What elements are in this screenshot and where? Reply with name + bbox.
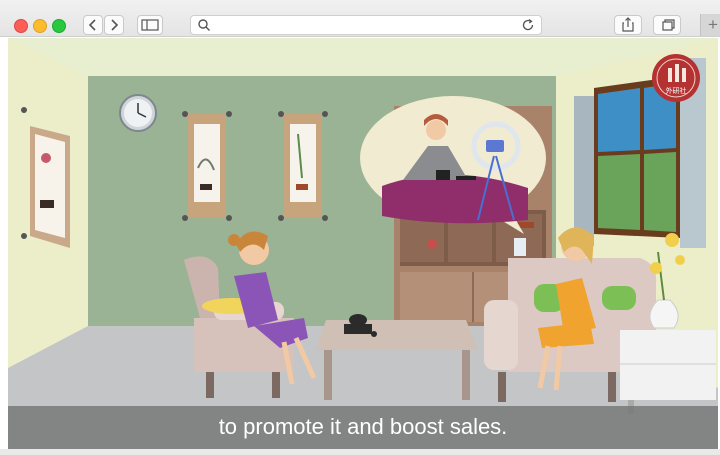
forward-button[interactable] [104, 15, 124, 35]
share-icon [622, 17, 634, 32]
chevron-left-icon [88, 19, 96, 31]
back-button[interactable] [83, 15, 103, 35]
minimize-window-button[interactable] [33, 19, 47, 33]
address-bar[interactable] [190, 15, 542, 35]
browser-toolbar: + [0, 0, 720, 37]
search-icon [198, 19, 210, 31]
publisher-logo: 外研社 [652, 54, 700, 102]
wall-clock [119, 94, 157, 132]
reload-icon[interactable] [521, 18, 535, 32]
subtitle-text: to promote it and boost sales. [218, 414, 508, 439]
window-bottom-edge [0, 449, 720, 455]
close-window-button[interactable] [14, 19, 28, 33]
sidebar-icon [141, 19, 159, 31]
video-scene-illustration: 外研社 [8, 38, 718, 449]
new-tab-button[interactable]: + [700, 14, 720, 36]
video-frame[interactable]: 外研社 to promote it and boost sales. [8, 38, 718, 449]
thought-bubble [360, 96, 546, 234]
tabs-icon [662, 19, 675, 31]
share-button[interactable] [614, 15, 642, 35]
browser-window: + 外研社 to promote it and boost sales. [0, 0, 720, 455]
chevron-right-icon [111, 19, 119, 31]
sidebar-button[interactable] [137, 15, 163, 35]
tabs-button[interactable] [653, 15, 681, 35]
maximize-window-button[interactable] [52, 19, 66, 33]
scroll-painting-left [182, 111, 232, 221]
scroll-painting-right [278, 111, 328, 221]
address-input[interactable] [215, 17, 519, 35]
plus-icon: + [708, 15, 718, 34]
svg-text:外研社: 外研社 [666, 86, 687, 95]
